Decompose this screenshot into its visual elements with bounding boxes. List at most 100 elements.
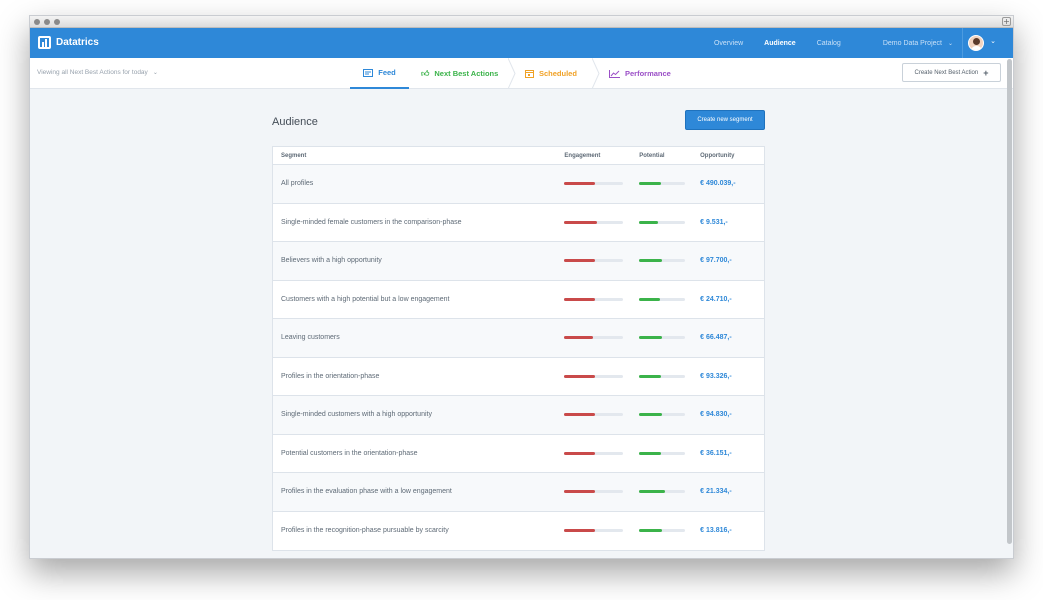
engagement-bar-fill [564,220,597,224]
tab-scheduled[interactable]: Scheduled [513,58,600,89]
engagement-bar [564,259,624,263]
top-navigation-bar: Datatrics Overview Audience Catalog Demo… [30,28,1013,58]
table-row[interactable]: Believers with a high opportunity € 97.70… [273,242,764,281]
table-row[interactable]: Single-minded female customers in the co… [273,204,764,242]
engagement-cell [564,259,639,263]
table-row[interactable]: Profiles in the orientation-phase € 93.32… [273,358,764,396]
segment-name: Profiles in the orientation-phase [281,372,380,380]
table-row[interactable]: Profiles in the evaluation phase with a … [273,473,764,512]
column-header-engagement[interactable]: Engagement [564,153,639,159]
potential-cell [639,451,700,455]
newspaper-icon [363,68,374,77]
opportunity-value: € 66.487,- [700,334,732,342]
table-row[interactable]: All profiles € 490.039,- [273,165,764,204]
opportunity-value: € 93.326,- [700,372,732,380]
potential-cell [639,413,700,417]
table-row[interactable]: Potential customers in the orientation-p… [273,435,764,473]
scrollbar[interactable] [1007,59,1012,544]
engagement-bar-fill [564,374,596,378]
nav-audience[interactable]: Audience [764,40,796,47]
engagement-bar-fill [564,336,593,340]
calendar-icon [525,70,534,78]
potential-bar-fill [639,374,662,378]
engagement-cell [564,336,639,340]
potential-cell [639,529,700,533]
column-header-segment[interactable]: Segment [273,153,564,159]
minimize-window-dot[interactable] [44,19,50,25]
engagement-bar-fill [564,490,596,494]
potential-bar-fill [639,220,658,224]
engagement-cell [564,374,639,378]
potential-bar-fill [639,490,665,494]
engagement-bar-fill [564,182,596,186]
potential-bar [639,336,686,340]
table-row[interactable]: Profiles in the recognition-phase pursua… [273,512,764,551]
project-name: Demo Data Project [882,39,942,47]
tab-next-best-actions-label: Next Best Actions [434,69,499,78]
engagement-bar [564,220,624,224]
potential-bar [639,297,686,301]
datatrics-logo-icon [38,36,51,49]
engagement-bar [564,413,624,417]
engagement-bar-fill [564,529,596,533]
line-chart-icon [609,69,620,78]
segment-name: Believers with a high opportunity [281,257,382,265]
tab-performance-label: Performance [625,69,671,78]
potential-bar [639,259,686,263]
potential-bar [639,220,686,224]
opportunity-value: € 21.334,- [700,488,732,496]
opportunity-value: € 9.531,- [700,218,728,226]
potential-bar [639,182,686,186]
potential-cell [639,336,700,340]
potential-cell [639,220,700,224]
potential-bar [639,374,686,378]
user-avatar[interactable] [968,35,984,51]
opportunity-value: € 36.151,- [700,449,732,457]
engagement-cell [564,297,639,301]
segment-name: Leaving customers [281,334,340,342]
tab-scheduled-label: Scheduled [539,69,577,78]
maximize-window-dot[interactable] [54,19,60,25]
tab-performance[interactable]: Performance [597,58,693,89]
create-segment-button[interactable]: Create new segment [685,110,765,130]
table-row[interactable]: Customers with a high potential but a lo… [273,281,764,319]
segment-name: Single-minded customers with a high oppo… [281,411,432,419]
potential-bar [639,490,686,494]
table-row[interactable]: Leaving customers € 66.487,- [273,319,764,358]
potential-bar-fill [639,413,663,417]
engagement-bar-fill [564,413,596,417]
engagement-bar [564,529,624,533]
tab-feed[interactable]: Feed [350,58,409,89]
new-tab-icon[interactable]: + [1002,17,1011,26]
column-header-opportunity[interactable]: Opportunity [700,153,764,159]
chevron-down-icon[interactable]: ⌄ [990,37,996,45]
feed-tabs: Feed 👍︎ Next Best Actions Scheduled Perf… [350,58,693,89]
engagement-cell [564,529,639,533]
nav-catalog[interactable]: Catalog [817,40,841,47]
app-logo[interactable]: Datatrics [38,36,99,49]
segment-name: Potential customers in the orientation-p… [281,449,418,457]
sub-navigation-bar: Viewing all Next Best Actions for today ⌄… [30,58,1013,89]
segment-name: Customers with a high potential but a lo… [281,295,450,303]
engagement-bar [564,374,624,378]
engagement-bar [564,490,624,494]
thumbs-up-icon: 👍︎ [421,68,430,78]
opportunity-value: € 24.710,- [700,295,732,303]
nav-overview[interactable]: Overview [714,40,743,47]
tab-next-best-actions[interactable]: 👍︎ Next Best Actions [409,58,516,89]
project-selector[interactable]: Demo Data Project ⌄ [862,40,953,47]
column-header-potential[interactable]: Potential [639,153,700,159]
feed-filter-dropdown[interactable]: Viewing all Next Best Actions for today ⌄ [37,69,158,76]
chevron-down-icon: ⌄ [947,40,953,47]
potential-cell [639,297,700,301]
table-row[interactable]: Single-minded customers with a high oppo… [273,396,764,435]
main-nav: Overview Audience Catalog Demo Data Proj… [693,28,953,58]
engagement-bar [564,336,624,340]
nav-divider [962,28,963,58]
create-next-best-action-button[interactable]: Create Next Best Action + [902,63,1001,82]
engagement-cell [564,451,639,455]
opportunity-value: € 13.816,- [700,527,732,535]
segments-table: Segment Engagement Potential Opportunity… [272,146,765,551]
close-window-dot[interactable] [34,19,40,25]
engagement-bar-fill [564,297,596,301]
